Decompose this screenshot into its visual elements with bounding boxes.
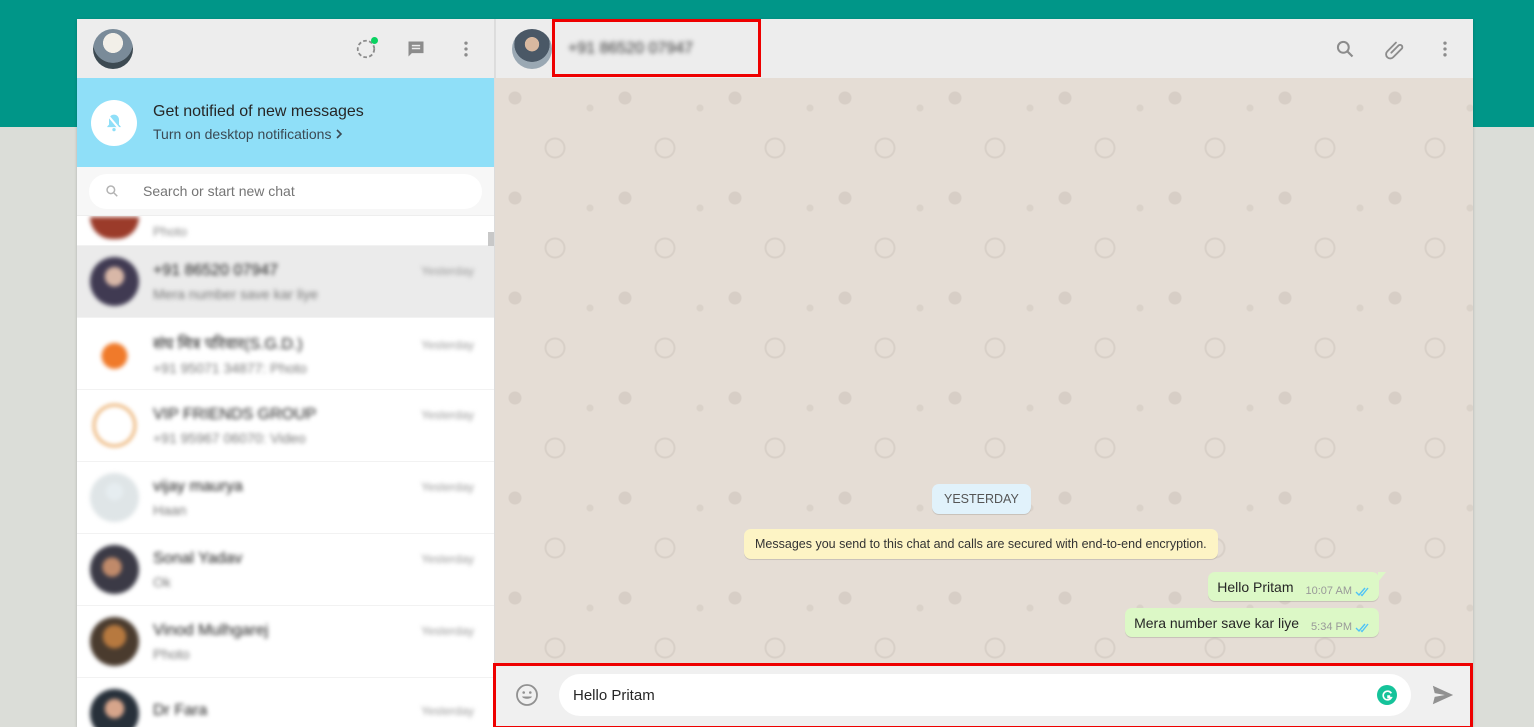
outgoing-message[interactable]: Mera number save kar liye 5:34 PM [1125, 608, 1379, 637]
chat-avatar [90, 473, 139, 522]
search-bar [77, 167, 494, 216]
message-area: YESTERDAY Messages you send to this chat… [495, 78, 1473, 663]
status-new-dot [371, 36, 378, 44]
chat-time: Yesterday [421, 337, 474, 352]
search-input[interactable] [143, 183, 466, 199]
chat-last-message: Ok [153, 573, 171, 590]
chat-item[interactable]: VIP FRIENDS GROUP Yesterday +91 95967 0607… [77, 390, 494, 462]
chat-last-message: Haan [153, 501, 187, 518]
chat-last-message: +91 95071 34877: Photo [153, 359, 307, 376]
search-box[interactable] [89, 173, 482, 209]
chat-time: Yesterday [421, 623, 474, 638]
chat-name: VIP FRIENDS GROUP [153, 405, 317, 423]
status-icon[interactable] [354, 36, 378, 61]
chat-avatar [90, 545, 139, 594]
chat-avatar [90, 401, 139, 450]
composer-bar: Hello Pritam [493, 663, 1473, 727]
chat-list: Photo +91 86520 07947 Yesterday Mera numbe… [77, 216, 494, 727]
chat-name: +91 86520 07947 [153, 261, 279, 279]
notification-link[interactable]: Turn on desktop notifications [153, 126, 364, 142]
chat-avatar [90, 689, 139, 727]
my-avatar[interactable] [93, 28, 133, 69]
chat-item[interactable]: Vinod Mulhgarej Yesterday Photo [77, 606, 494, 678]
chat-last-message: +91 95967 06070: Video [153, 429, 306, 446]
chat-name: Dr Fara [153, 701, 208, 719]
message-input-text: Hello Pritam [573, 686, 655, 704]
sidebar-header [77, 19, 494, 78]
chat-name: vijay maurya [153, 477, 243, 495]
new-chat-icon[interactable] [404, 37, 428, 61]
search-icon [106, 185, 118, 197]
chat-name: Sonal Yadav [153, 549, 243, 567]
chat-avatar [90, 329, 139, 378]
chat-time: Yesterday [421, 479, 474, 494]
bell-off-icon [91, 99, 137, 146]
date-divider: YESTERDAY [932, 484, 1031, 514]
message-time: 10:07 AM [1305, 585, 1352, 597]
chat-item[interactable]: vijay maurya Yesterday Haan [77, 462, 494, 534]
conversation-pane: +91 86520 07947 YESTERDAY Messages you s… [493, 19, 1473, 727]
menu-icon[interactable] [1433, 37, 1457, 61]
attach-icon[interactable] [1383, 37, 1407, 61]
send-icon[interactable] [1431, 683, 1455, 707]
scrollbar-thumb[interactable] [488, 232, 494, 246]
encryption-notice[interactable]: Messages you send to this chat and calls… [744, 529, 1218, 559]
double-check-icon [1355, 587, 1369, 597]
emoji-icon[interactable] [515, 683, 539, 707]
conversation-header: +91 86520 07947 [495, 19, 1473, 78]
chat-item[interactable]: संघ मित्र परिवार(S.G.D.) Yesterday +91 950… [77, 318, 494, 390]
chat-name: Vinod Mulhgarej [153, 621, 269, 639]
chat-last-message: Mera number save kar liye [153, 285, 318, 302]
contact-avatar[interactable] [512, 28, 552, 69]
message-text: Mera number save kar liye [1134, 615, 1300, 631]
double-check-icon [1355, 623, 1369, 633]
chat-item[interactable]: Dr Fara Yesterday [77, 678, 494, 727]
chat-item[interactable]: Photo [77, 216, 494, 246]
chat-time: Yesterday [421, 703, 474, 718]
chat-last-message: Photo [153, 224, 187, 239]
chat-name: संघ मित्र परिवार(S.G.D.) [153, 335, 303, 353]
notification-title: Get notified of new messages [153, 103, 364, 120]
search-icon[interactable] [1333, 37, 1357, 61]
whatsapp-web-app: Get notified of new messages Turn on des… [77, 19, 1473, 727]
message-input[interactable]: Hello Pritam [559, 674, 1411, 716]
chat-avatar [90, 257, 139, 306]
chat-item[interactable]: +91 86520 07947 Yesterday Mera number save… [77, 246, 494, 318]
contact-name[interactable]: +91 86520 07947 [568, 40, 693, 58]
chat-time: Yesterday [421, 407, 474, 422]
outgoing-message[interactable]: Hello Pritam 10:07 AM [1208, 572, 1386, 601]
chat-time: Yesterday [421, 263, 474, 278]
grammarly-icon[interactable] [1377, 685, 1397, 705]
chat-last-message: Photo [153, 645, 190, 662]
message-text: Hello Pritam [1217, 579, 1294, 595]
chat-item[interactable]: Sonal Yadav Yesterday Ok [77, 534, 494, 606]
chat-avatar [90, 617, 139, 666]
message-time: 5:34 PM [1311, 621, 1352, 633]
chat-time: Yesterday [421, 551, 474, 566]
chat-avatar [90, 217, 139, 239]
sidebar: Get notified of new messages Turn on des… [77, 19, 495, 727]
notification-banner[interactable]: Get notified of new messages Turn on des… [77, 78, 494, 167]
menu-icon[interactable] [454, 37, 478, 61]
